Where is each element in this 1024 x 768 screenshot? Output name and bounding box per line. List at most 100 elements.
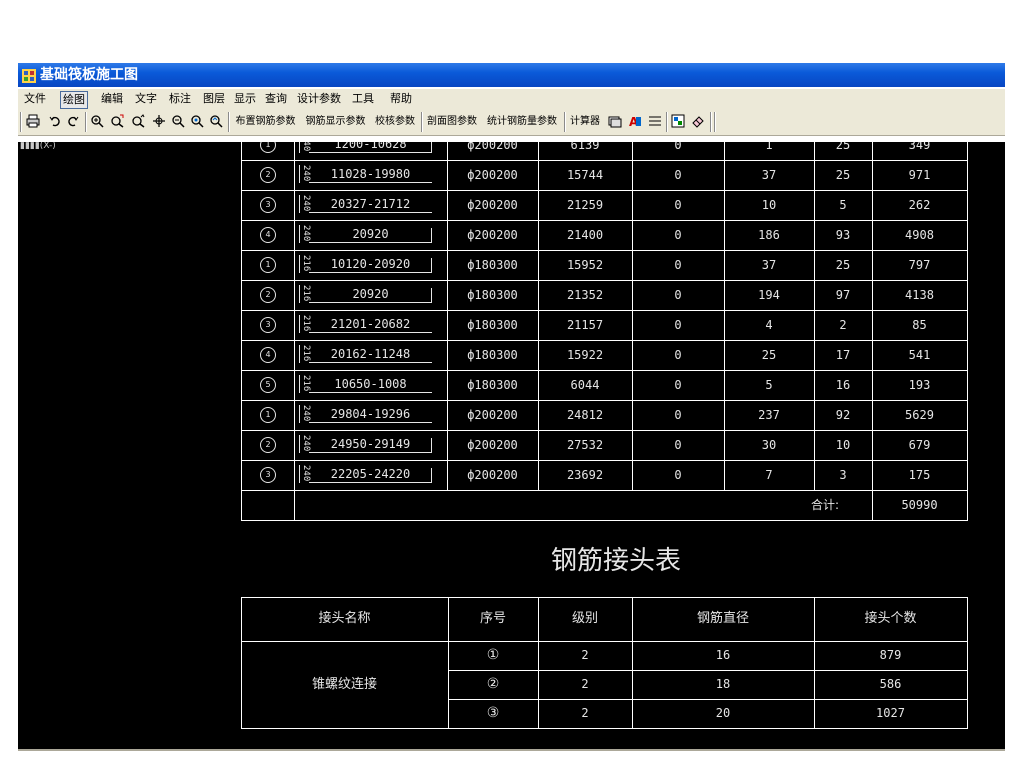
joint-count: 586 (879, 677, 902, 691)
menu-display[interactable]: 显示 (232, 89, 258, 109)
menu-draw[interactable]: 绘图 (60, 91, 88, 109)
menu-dimension[interactable]: 标注 (167, 89, 193, 109)
zoom-window-icon[interactable] (107, 112, 127, 132)
title-bar: 基础筏板施工图 (18, 63, 1005, 87)
zoom-in-icon[interactable] (88, 112, 106, 132)
rebar-weight: 679 (908, 438, 931, 452)
menu-file[interactable]: 文件 (22, 89, 48, 109)
menu-layer[interactable]: 图层 (201, 89, 227, 109)
rebar-col-a: 0 (674, 258, 682, 272)
pan-icon[interactable] (149, 112, 169, 132)
rebar-length: 1200-10628 (334, 142, 407, 151)
eraser-icon[interactable] (689, 112, 707, 132)
joint-dia: 16 (715, 648, 731, 662)
calculator-button[interactable]: 计算器 (566, 112, 604, 132)
rebar-length: 24950-29149 (330, 437, 411, 451)
joint-no: ① (486, 647, 500, 663)
rebar-single-length: 27532 (566, 438, 604, 452)
toolbar-separator (710, 112, 712, 132)
rebar-length: 20162-11248 (330, 347, 411, 361)
rebar-length: 20920 (352, 227, 389, 241)
rebar-col-a: 0 (674, 438, 682, 452)
rebar-weight: 971 (908, 168, 931, 182)
menu-help[interactable]: 帮助 (388, 89, 414, 109)
rebar-col-a: 0 (674, 168, 682, 182)
joint-header-grade: 级别 (571, 611, 598, 626)
zoom-prev-icon[interactable] (188, 112, 206, 132)
toolbar-separator (714, 112, 716, 132)
joint-header-dia: 钢筋直径 (696, 611, 749, 626)
rebar-length: 29804-19296 (330, 407, 411, 421)
redo-icon[interactable] (64, 112, 82, 132)
rebar-col-c: 93 (835, 228, 851, 242)
total-label: 合计: (810, 498, 840, 512)
rebar-mark-circle: 2 (260, 437, 276, 453)
rebar-col-c: 97 (835, 288, 851, 302)
joint-grade: 2 (581, 677, 589, 691)
rebar-col-b: 1 (765, 142, 773, 152)
joint-grade: 2 (581, 706, 589, 720)
table-line (241, 728, 967, 729)
rebar-weight: 193 (908, 378, 931, 392)
rebar-spec: ф180300 (467, 348, 518, 362)
joint-no: ③ (486, 705, 500, 721)
table-line (294, 142, 295, 521)
zoom-all-icon[interactable] (207, 112, 225, 132)
table-line (967, 597, 968, 729)
joint-dia: 18 (715, 677, 731, 691)
joint-table-title: 钢筋接头表 (550, 546, 681, 576)
rebar-col-a: 0 (674, 142, 682, 152)
rebar-stats-params-button[interactable]: 统计钢筋量参数 (482, 112, 562, 132)
menu-bar: 文件 绘图 编辑 文字 标注 图层 显示 查询 设计参数 工具 帮助 (18, 89, 1005, 109)
joint-header-no: 序号 (479, 611, 506, 626)
joint-header-count: 接头个数 (864, 611, 917, 626)
joint-dia: 20 (715, 706, 731, 720)
rebar-weight: 85 (912, 318, 927, 332)
rebar-display-params-button[interactable]: 钢筋显示参数 (301, 112, 370, 132)
rebar-col-b: 194 (758, 288, 780, 302)
rebar-col-c: 3 (839, 468, 847, 482)
rebar-col-c: 2 (839, 318, 847, 332)
rebar-weight: 5629 (905, 408, 934, 422)
layer-icon[interactable] (606, 112, 624, 132)
table-line (241, 520, 967, 521)
toolbar-separator (666, 112, 668, 132)
rebar-mark-circle: 4 (260, 227, 276, 243)
check-params-button[interactable]: 校核参数 (371, 112, 419, 132)
menu-edit[interactable]: 编辑 (99, 89, 125, 109)
rebar-col-b: 237 (758, 408, 780, 422)
rebar-col-b: 5 (765, 378, 773, 392)
rebar-mark-circle: 1 (260, 142, 276, 153)
joint-type-name: 锥螺纹连接 (311, 677, 377, 692)
zoom-extents-icon[interactable] (128, 112, 148, 132)
rebar-spec: ф200200 (467, 142, 518, 152)
table-line (967, 142, 968, 521)
grid-icon[interactable] (646, 112, 664, 132)
section-params-button[interactable]: 剖面图参数 (423, 112, 481, 132)
rebar-spec: ф180300 (467, 378, 518, 392)
rebar-single-length: 15922 (566, 348, 604, 362)
menu-text[interactable]: 文字 (133, 89, 159, 109)
toolbar-separator (85, 112, 87, 132)
menu-tools[interactable]: 工具 (350, 89, 376, 109)
undo-icon[interactable] (46, 112, 64, 132)
export-icon[interactable] (669, 112, 687, 132)
rebar-spec: ф180300 (467, 318, 518, 332)
rebar-layout-params-button[interactable]: 布置钢筋参数 (231, 112, 300, 132)
joint-count: 1027 (876, 706, 905, 720)
print-icon[interactable] (24, 112, 42, 132)
rebar-spec: ф200200 (467, 168, 518, 182)
menu-query[interactable]: 查询 (263, 89, 289, 109)
rebar-col-b: 4 (765, 318, 773, 332)
drawing-canvas[interactable]: ▮▮▮▮(X-) 1 240 1200-10628 ф200200 6139 0 1 25 34… (18, 142, 1005, 751)
menu-design-params[interactable]: 设计参数 (295, 89, 343, 109)
rebar-single-length: 21400 (566, 228, 604, 242)
rebar-single-length: 24812 (566, 408, 604, 422)
font-icon[interactable]: A (626, 112, 644, 132)
zoom-out-icon[interactable] (169, 112, 187, 132)
rebar-spec: ф200200 (467, 228, 518, 242)
rebar-single-length: 15952 (566, 258, 604, 272)
rebar-single-length: 15744 (566, 168, 604, 182)
rebar-length: 22205-24220 (330, 467, 411, 481)
rebar-mark-circle: 2 (260, 167, 276, 183)
